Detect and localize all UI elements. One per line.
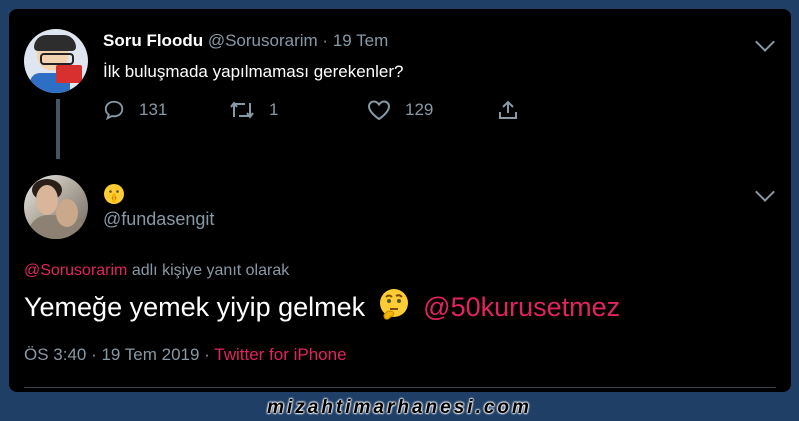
chevron-down-icon[interactable] [755, 182, 775, 202]
tweet-date[interactable]: 19 Tem [333, 31, 388, 50]
handle[interactable]: @Sorusorarim [208, 31, 318, 50]
reply-count: 131 [139, 100, 168, 119]
share-icon [499, 100, 517, 119]
reply-button[interactable]: 131 [103, 97, 167, 123]
share-button[interactable] [497, 97, 533, 123]
separator: · [322, 31, 329, 50]
shushing-face-icon [104, 184, 124, 204]
handle[interactable]: @fundasengit [103, 209, 214, 230]
tweet-meta: ÖS 3:40 · 19 Tem 2019 · Twitter for iPho… [24, 345, 347, 365]
chevron-down-icon[interactable] [755, 32, 775, 52]
tweet-text-main: Yemeğe yemek yiyip gelmek [24, 292, 366, 322]
timestamp[interactable]: ÖS 3:40 · 19 Tem 2019 · [24, 345, 214, 364]
watermark: mizahtimarhanesi.com [267, 397, 532, 418]
reply-tweet[interactable]: @fundasengit @Sorusorarim adlı kişiye ya… [9, 169, 791, 389]
source-link[interactable]: Twitter for iPhone [214, 345, 346, 364]
tweet-text: İlk buluşmada yapılmaması gerekenler? [103, 62, 404, 81]
parent-tweet[interactable]: Soru Floodu @Sorusorarim · 19 Tem İlk bu… [9, 9, 791, 169]
retweet-count: 1 [269, 100, 279, 119]
display-name-emoji[interactable] [103, 183, 125, 210]
thinking-face-icon [377, 287, 411, 328]
avatar[interactable] [24, 175, 88, 239]
divider [24, 387, 776, 388]
thread-connector [56, 99, 60, 159]
heart-icon [367, 100, 391, 121]
reply-icon [104, 100, 124, 121]
reply-to-suffix: adlı kişiye yanıt olarak [127, 262, 290, 279]
like-count: 129 [405, 100, 434, 119]
tweet-header: Soru Floodu @Sorusorarim · 19 Tem [103, 31, 388, 51]
retweet-icon [230, 101, 254, 119]
tweet-frame: Soru Floodu @Sorusorarim · 19 Tem İlk bu… [9, 9, 791, 392]
tweet-text-mention[interactable]: @50kurusetmez [423, 292, 620, 323]
tweet-actions: 131 1 129 [103, 97, 523, 123]
reply-context: @Sorusorarim adlı kişiye yanıt olarak [24, 262, 289, 280]
retweet-button[interactable]: 1 [229, 97, 278, 123]
reply-to-mention[interactable]: @Sorusorarim [24, 262, 127, 279]
avatar[interactable] [24, 29, 88, 93]
like-button[interactable]: 129 [367, 97, 433, 123]
tweet-text: Yemeğe yemek yiyip gelmek @50kurusetmez [24, 287, 620, 328]
display-name[interactable]: Soru Floodu [103, 31, 203, 50]
